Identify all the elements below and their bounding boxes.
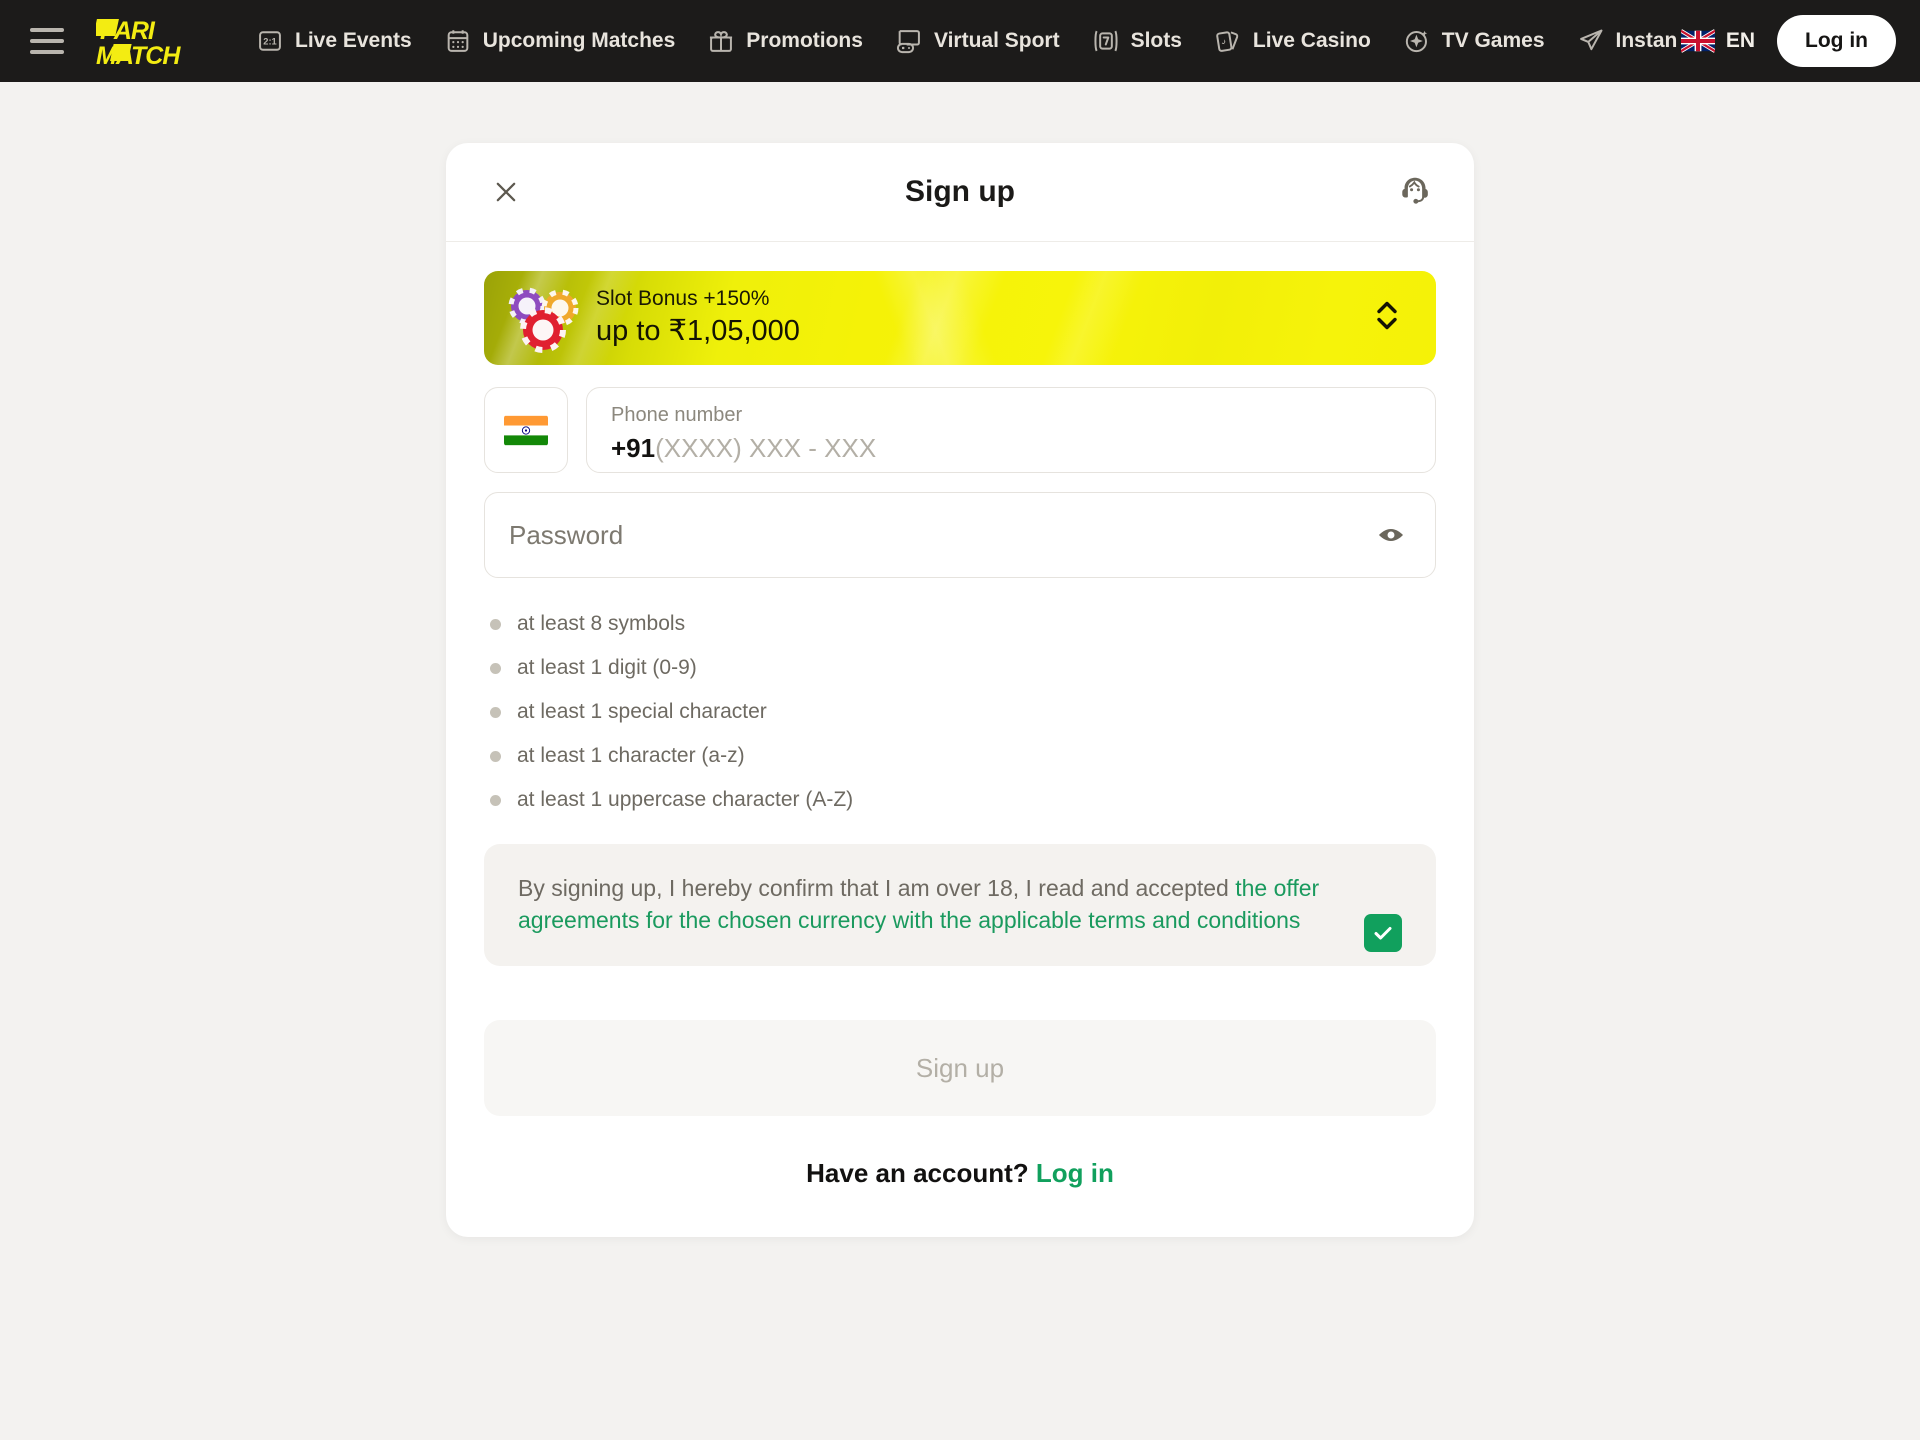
burger-line bbox=[30, 39, 64, 43]
language-code: EN bbox=[1725, 29, 1756, 52]
india-flag-icon bbox=[504, 415, 548, 445]
uk-flag-icon bbox=[1680, 29, 1715, 53]
live-score-icon: 2:1 bbox=[259, 31, 281, 51]
eye-glyph bbox=[1379, 529, 1403, 541]
hamburger-menu-icon[interactable] bbox=[30, 28, 64, 54]
requirement-label: at least 1 digit (0-9) bbox=[517, 656, 697, 679]
signup-submit-button[interactable]: Sign up bbox=[484, 1020, 1436, 1117]
modal-body: Slot Bonus +150% up to ₹1,05,000 Phone n… bbox=[446, 242, 1474, 1237]
close-x-glyph bbox=[496, 182, 516, 202]
casino-chips-glyph bbox=[508, 287, 579, 353]
bonus-text: Slot Bonus +150% up to ₹1,05,000 bbox=[596, 286, 800, 351]
bullet-icon bbox=[490, 750, 501, 762]
phone-mask-placeholder: (XXXX) XXX - XXX bbox=[655, 433, 877, 463]
nav-item-upcoming-matches[interactable]: Upcoming Matches bbox=[444, 27, 676, 55]
phone-label: Phone number bbox=[611, 404, 743, 426]
requirement-label: at least 8 symbols bbox=[517, 612, 686, 635]
nav-item-virtual-sport[interactable]: Virtual Sport bbox=[895, 27, 1060, 55]
parimatch-logo-icon: PARI MATCH bbox=[93, 17, 182, 70]
calendar-icon bbox=[447, 30, 469, 52]
list-item: at least 8 symbols bbox=[490, 602, 1436, 646]
nav-item-label: Upcoming Matches bbox=[482, 29, 676, 52]
requirement-label: at least 1 uppercase character (A-Z) bbox=[517, 788, 854, 811]
terms-consent-box[interactable]: By signing up, I hereby confirm that I a… bbox=[484, 844, 1436, 967]
bullet-icon bbox=[490, 794, 501, 806]
nav-item-label: Instant bbox=[1615, 29, 1677, 52]
nav-item-label: Slots bbox=[1130, 29, 1182, 52]
gift-icon bbox=[710, 31, 733, 52]
gamepad-icon bbox=[896, 30, 920, 54]
have-account-label: Have an account? bbox=[806, 1158, 1036, 1189]
nav-item-promotions[interactable]: Promotions bbox=[707, 27, 863, 55]
terms-text: By signing up, I hereby confirm that I a… bbox=[518, 872, 1402, 936]
language-selector[interactable]: EN bbox=[1680, 29, 1756, 53]
casino-chips-icon bbox=[502, 280, 586, 356]
parimatch-logo[interactable]: PARI MATCH bbox=[93, 14, 212, 70]
page-background: Sign up Slot Bonus +150% up to ₹1,05,000… bbox=[0, 82, 1920, 1440]
password-input-wrapper[interactable]: Password bbox=[484, 492, 1436, 578]
main-navigation: 2:1 Live Events Upcoming Matches Promoti… bbox=[256, 27, 1677, 55]
slot-seven-icon bbox=[1094, 30, 1118, 52]
list-item: at least 1 digit (0-9) bbox=[490, 646, 1436, 690]
svg-text:2:1: 2:1 bbox=[263, 37, 276, 47]
terms-checkbox[interactable] bbox=[1364, 914, 1402, 952]
topbar-right-actions: EN Log in bbox=[1680, 15, 1896, 67]
list-item: at least 1 special character bbox=[490, 690, 1436, 734]
nav-item-slots[interactable]: Slots bbox=[1092, 27, 1182, 55]
burger-line bbox=[30, 28, 64, 32]
bullet-icon bbox=[490, 662, 501, 674]
list-item: at least 1 character (a-z) bbox=[490, 734, 1436, 778]
nav-item-label: Live Events bbox=[295, 29, 412, 52]
close-icon[interactable] bbox=[486, 172, 526, 212]
eye-icon[interactable] bbox=[1371, 515, 1411, 555]
support-headset-icon[interactable] bbox=[1394, 171, 1436, 213]
list-item: at least 1 uppercase character (A-Z) bbox=[490, 778, 1436, 822]
bullet-icon bbox=[490, 706, 501, 718]
modal-header: Sign up bbox=[446, 143, 1474, 242]
country-selector[interactable] bbox=[484, 387, 568, 473]
rocket-icon bbox=[1579, 29, 1603, 51]
nav-item-label: TV Games bbox=[1441, 29, 1545, 52]
page-title: Sign up bbox=[905, 175, 1015, 208]
nav-item-label: Promotions bbox=[746, 29, 863, 52]
phone-input-wrapper[interactable]: Phone number +91(XXXX) XXX - XXX bbox=[586, 387, 1436, 473]
top-navigation-bar: PARI MATCH 2:1 Live Events Upcoming Matc… bbox=[0, 0, 1920, 82]
signup-modal: Sign up Slot Bonus +150% up to ₹1,05,000… bbox=[446, 143, 1474, 1238]
phone-number-row: Phone number +91(XXXX) XXX - XXX bbox=[484, 387, 1436, 473]
bonus-banner[interactable]: Slot Bonus +150% up to ₹1,05,000 bbox=[484, 271, 1436, 365]
support-operator-glyph bbox=[1402, 177, 1428, 204]
nav-item-live-casino[interactable]: Live Casino bbox=[1214, 27, 1371, 55]
burger-line bbox=[30, 50, 64, 54]
bullet-icon bbox=[490, 618, 501, 630]
requirement-label: at least 1 character (a-z) bbox=[517, 744, 745, 767]
bonus-amount: up to ₹1,05,000 bbox=[596, 314, 800, 347]
phone-dial-code: +91 bbox=[611, 433, 656, 463]
nav-item-label: Virtual Sport bbox=[933, 29, 1060, 52]
nav-item-label: Live Casino bbox=[1252, 29, 1371, 52]
modal-footer: Have an account? Log in bbox=[484, 1116, 1436, 1237]
terms-plain-text: By signing up, I hereby confirm that I a… bbox=[518, 875, 1236, 901]
chevron-up-down-glyph bbox=[1377, 301, 1397, 330]
sparkle-icon bbox=[1405, 30, 1427, 53]
nav-item-live-events[interactable]: 2:1 Live Events bbox=[256, 27, 412, 55]
bonus-title: Slot Bonus +150% bbox=[596, 286, 770, 310]
playing-cards-icon bbox=[1216, 31, 1239, 52]
chevron-up-down-icon[interactable] bbox=[1374, 299, 1400, 338]
password-placeholder: Password bbox=[509, 519, 624, 550]
checkmark-icon bbox=[1374, 927, 1392, 940]
nav-item-tv-games[interactable]: TV Games bbox=[1403, 27, 1545, 55]
phone-value: +91(XXXX) XXX - XXX bbox=[611, 432, 1411, 465]
svg-text:MATCH: MATCH bbox=[96, 42, 181, 68]
login-link[interactable]: Log in bbox=[1036, 1158, 1114, 1188]
password-requirements-list: at least 8 symbols at least 1 digit (0-9… bbox=[484, 602, 1436, 822]
nav-item-instant[interactable]: Instant bbox=[1577, 27, 1677, 55]
requirement-label: at least 1 special character bbox=[517, 700, 767, 723]
login-button[interactable]: Log in bbox=[1777, 15, 1896, 67]
